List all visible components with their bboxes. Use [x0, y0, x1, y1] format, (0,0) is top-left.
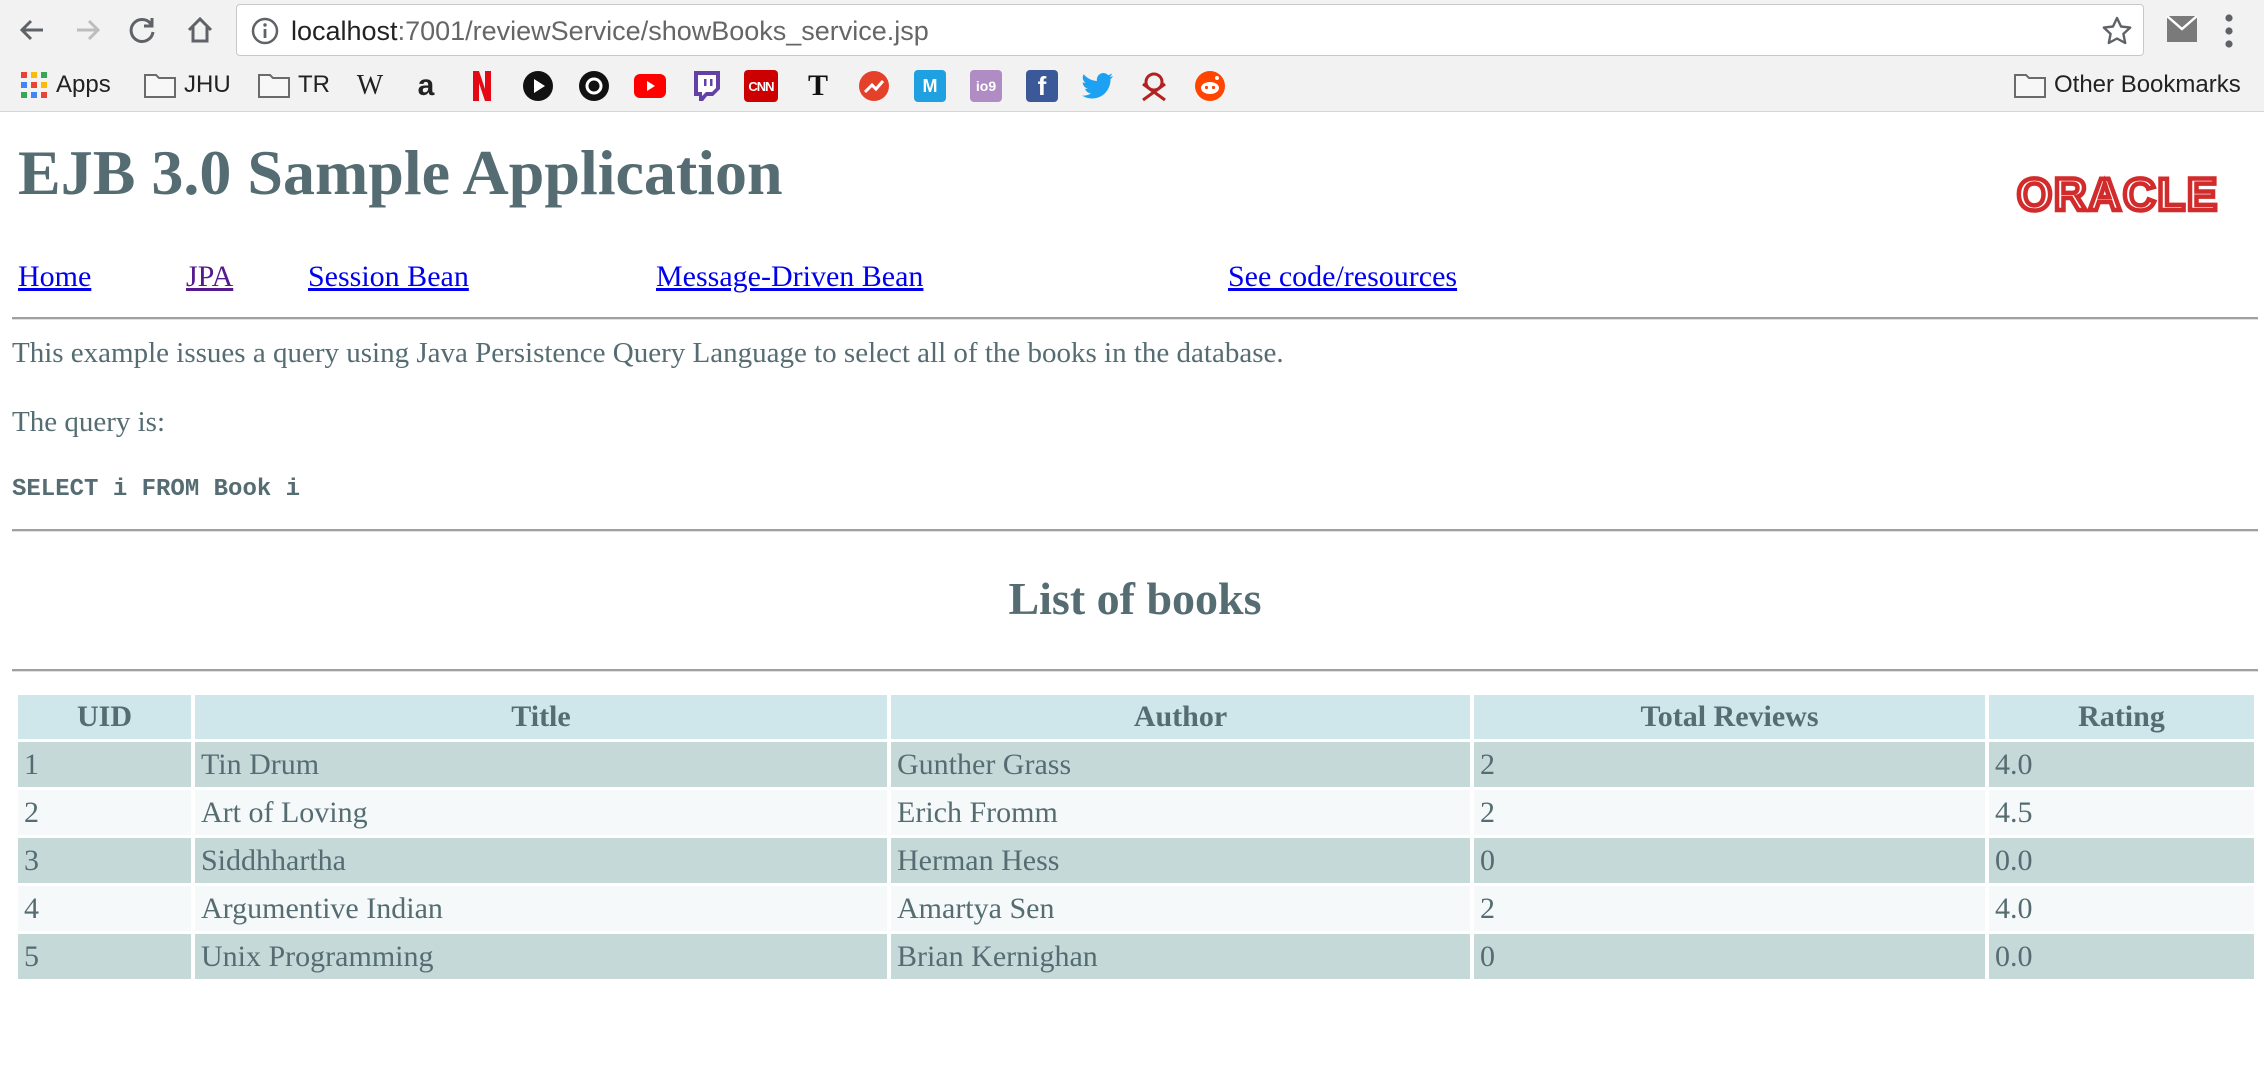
- cell-total-reviews: 2: [1474, 742, 1985, 787]
- cell-title: Argumentive Indian: [195, 886, 887, 931]
- io9-icon[interactable]: io9: [970, 70, 1002, 102]
- address-bar[interactable]: localhost:7001/reviewService/showBooks_s…: [236, 4, 2144, 56]
- cell-author: Herman Hess: [891, 838, 1470, 883]
- youtube-icon[interactable]: [634, 70, 666, 102]
- browser-toolbar: localhost:7001/reviewService/showBooks_s…: [0, 0, 2264, 60]
- list-title: List of books: [1008, 573, 1262, 624]
- cell-author: Erich Fromm: [891, 790, 1470, 835]
- home-button[interactable]: [180, 10, 220, 50]
- back-arrow-icon: [19, 19, 43, 41]
- nav-link-home[interactable]: Home: [18, 260, 91, 294]
- nav-link-jpa[interactable]: JPA: [186, 260, 233, 294]
- reload-icon: [129, 17, 155, 43]
- oracle-logo: ORACLE: [2015, 172, 2220, 216]
- intro-text: This example issues a query using Java P…: [12, 337, 1284, 369]
- folder-icon: [2014, 74, 2046, 98]
- bookmark-folder-tr[interactable]: TR: [258, 68, 330, 102]
- cell-uid: 1: [18, 742, 191, 787]
- column-header-rating: Rating: [1989, 695, 2254, 739]
- column-header-title: Title: [195, 695, 887, 739]
- cell-rating: 0.0: [1989, 934, 2254, 979]
- nav-link-see-code-resources[interactable]: See code/resources: [1228, 260, 1457, 294]
- nav-link-session-bean[interactable]: Session Bean: [308, 260, 469, 294]
- circle-record-icon[interactable]: [578, 70, 610, 102]
- cell-uid: 3: [18, 838, 191, 883]
- apps-grid-icon: [21, 72, 47, 98]
- forward-arrow-icon: [77, 19, 101, 41]
- books-table: UID Title Author Total Reviews Rating 1 …: [14, 692, 2258, 982]
- cell-rating: 4.0: [1989, 742, 2254, 787]
- column-header-uid: UID: [18, 695, 191, 739]
- amazon-icon[interactable]: a: [410, 69, 442, 102]
- bookmark-apps[interactable]: Apps: [20, 68, 111, 102]
- query-code: SELECT i FROM Book i: [12, 476, 301, 503]
- cell-title: Unix Programming: [195, 934, 887, 979]
- folder-icon: [144, 74, 176, 98]
- cell-rating: 4.0: [1989, 886, 2254, 931]
- cell-total-reviews: 2: [1474, 790, 1985, 835]
- folder-icon: [258, 74, 290, 98]
- home-icon: [187, 16, 213, 43]
- nytimes-icon[interactable]: T: [802, 69, 834, 102]
- cell-title: Siddhhartha: [195, 838, 887, 883]
- svg-text:ORACLE: ORACLE: [2017, 172, 2219, 216]
- bookmark-star-icon[interactable]: [2101, 15, 2133, 47]
- cell-total-reviews: 2: [1474, 886, 1985, 931]
- cell-rating: 4.5: [1989, 790, 2254, 835]
- reload-button[interactable]: [122, 10, 162, 50]
- info-icon[interactable]: [251, 17, 279, 45]
- forward-button[interactable]: [68, 10, 108, 50]
- twitch-icon[interactable]: [690, 70, 722, 102]
- divider: [12, 529, 2258, 532]
- cnn-icon[interactable]: CNN: [744, 70, 778, 102]
- cell-author: Brian Kernighan: [891, 934, 1470, 979]
- cell-uid: 4: [18, 886, 191, 931]
- table-row: 3 Siddhhartha Herman Hess 0 0.0: [18, 838, 2254, 883]
- divider: [12, 669, 2258, 672]
- divider: [12, 317, 2258, 320]
- twitter-icon[interactable]: [1082, 70, 1114, 102]
- query-label: The query is:: [12, 406, 166, 438]
- wikipedia-icon[interactable]: W: [354, 70, 386, 102]
- play-icon[interactable]: [522, 70, 554, 102]
- cell-title: Tin Drum: [195, 742, 887, 787]
- medium-icon[interactable]: M: [914, 70, 946, 102]
- cell-uid: 2: [18, 790, 191, 835]
- back-button[interactable]: [12, 10, 52, 50]
- page-title: EJB 3.0 Sample Application: [18, 137, 783, 208]
- bookmarks-bar: [0, 60, 2264, 112]
- nav-link-message-driven-bean[interactable]: Message-Driven Bean: [656, 260, 923, 294]
- table-row: 2 Art of Loving Erich Fromm 2 4.5: [18, 790, 2254, 835]
- table-row: 5 Unix Programming Brian Kernighan 0 0.0: [18, 934, 2254, 979]
- table-header-row: UID Title Author Total Reviews Rating: [18, 695, 2254, 739]
- facebook-icon[interactable]: f: [1026, 70, 1058, 102]
- pirate-icon[interactable]: [1138, 70, 1170, 102]
- bookmark-folder-other[interactable]: Other Bookmarks: [2014, 68, 2241, 102]
- menu-dots-icon[interactable]: [2224, 13, 2234, 49]
- cell-uid: 5: [18, 934, 191, 979]
- table-row: 4 Argumentive Indian Amartya Sen 2 4.0: [18, 886, 2254, 931]
- table-row: 1 Tin Drum Gunther Grass 2 4.0: [18, 742, 2254, 787]
- mail-icon[interactable]: [2166, 15, 2198, 43]
- cell-author: Gunther Grass: [891, 742, 1470, 787]
- trending-icon[interactable]: [858, 70, 890, 102]
- cell-total-reviews: 0: [1474, 934, 1985, 979]
- column-header-total-reviews: Total Reviews: [1474, 695, 1985, 739]
- cell-total-reviews: 0: [1474, 838, 1985, 883]
- reddit-icon[interactable]: [1194, 70, 1226, 102]
- bookmark-folder-jhu[interactable]: JHU: [144, 68, 231, 102]
- url-text[interactable]: localhost:7001/reviewService/showBooks_s…: [291, 16, 929, 47]
- column-header-author: Author: [891, 695, 1470, 739]
- cell-author: Amartya Sen: [891, 886, 1470, 931]
- cell-title: Art of Loving: [195, 790, 887, 835]
- netflix-icon[interactable]: [466, 70, 498, 102]
- cell-rating: 0.0: [1989, 838, 2254, 883]
